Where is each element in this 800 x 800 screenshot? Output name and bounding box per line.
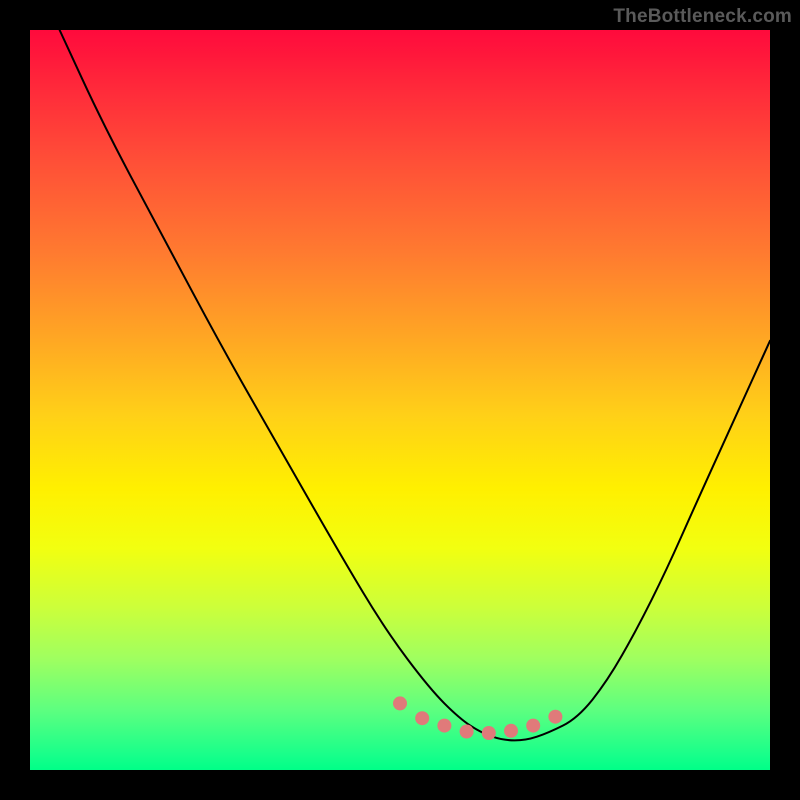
valley-dot: [504, 724, 518, 738]
valley-dots-group: [393, 696, 562, 740]
valley-dot: [437, 719, 451, 733]
valley-dot: [482, 726, 496, 740]
chart-frame: TheBottleneck.com: [0, 0, 800, 800]
curve-svg: [30, 30, 770, 770]
valley-dot: [393, 696, 407, 710]
valley-dot: [526, 719, 540, 733]
valley-dot: [548, 710, 562, 724]
plot-area: [30, 30, 770, 770]
valley-dot: [415, 711, 429, 725]
bottleneck-curve: [60, 30, 770, 740]
valley-dot: [460, 725, 474, 739]
credit-text: TheBottleneck.com: [613, 6, 792, 28]
